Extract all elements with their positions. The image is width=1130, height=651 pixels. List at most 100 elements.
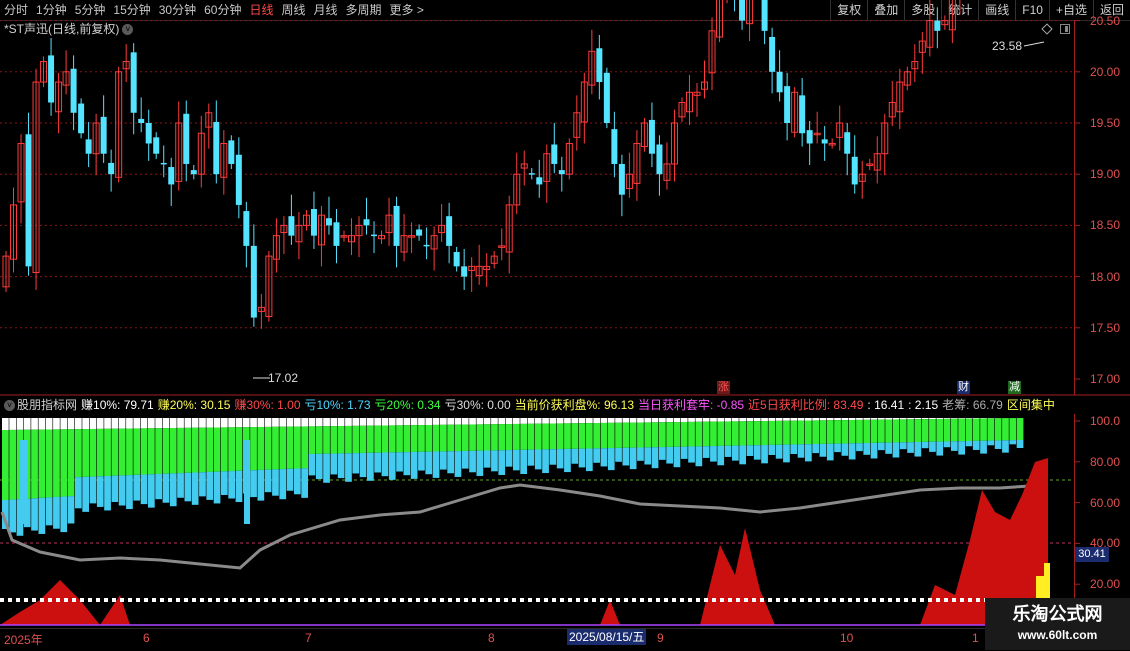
candle-body-down: [656, 145, 662, 175]
date-label: 2025年: [4, 631, 43, 648]
chip-bar-white: [104, 418, 111, 429]
chip-bar-cyan: [236, 471, 243, 502]
watermark: 乐淘公式网 www.60lt.com: [985, 598, 1130, 650]
candle-body-down: [604, 73, 610, 123]
chip-bar-cyan: [90, 477, 97, 504]
candle-body-down: [649, 120, 655, 154]
chip-bar-cyan: [827, 444, 834, 461]
chip-bar-white: [528, 418, 535, 424]
chip-bar-cyan: [849, 443, 856, 459]
chip-bar-green: [206, 428, 213, 472]
chip-bar-white: [39, 418, 46, 430]
chip-bar-cyan: [579, 449, 586, 468]
chip-bar-white: [163, 418, 170, 428]
chip-bar-white: [17, 418, 24, 430]
chip-bar-green: [717, 422, 724, 446]
chip-bar-green: [827, 420, 834, 443]
chip-bar-green: [352, 426, 359, 453]
chip-bar-cyan: [623, 448, 630, 466]
chip-bar-white: [31, 418, 38, 430]
chip-bar-cyan: [754, 445, 761, 459]
candle-body-down: [551, 145, 557, 164]
chip-bar-cyan: [126, 475, 133, 509]
chip-bar-white: [520, 418, 527, 424]
date-label: 9: [657, 631, 664, 645]
candle-body-down: [236, 155, 242, 205]
chip-bar-cyan: [601, 448, 608, 466]
chip-bar-green: [338, 426, 345, 453]
chip-bar-green: [659, 422, 666, 447]
chip-bar-cyan: [46, 497, 53, 525]
chip-bar-green: [506, 424, 513, 450]
chip-bar-cyan: [674, 447, 681, 467]
chip-bar-cyan: [112, 476, 119, 502]
chip-bar-cyan: [506, 450, 513, 467]
candle-body-down: [777, 72, 783, 92]
chip-bar-white: [192, 418, 199, 428]
chip-bar-cyan: [75, 477, 82, 508]
chip-bar-cyan: [9, 500, 16, 533]
chip-bar-white: [652, 418, 659, 422]
candle-body-down: [394, 206, 400, 246]
chip-bar-cyan: [688, 446, 695, 462]
chip-bar-white: [885, 418, 892, 420]
chip-bar-cyan: [177, 473, 184, 498]
chip-bar-green: [345, 426, 352, 453]
candle-body-down: [461, 266, 467, 276]
chip-bar-green: [294, 427, 301, 469]
chip-bar-green: [440, 425, 447, 452]
chip-bar-green: [148, 428, 155, 474]
chip-bar-white: [761, 418, 768, 421]
chip-bar-cyan: [973, 441, 980, 450]
chip-bar-white: [316, 418, 323, 426]
chip-bar-white: [703, 418, 710, 422]
chart-canvas[interactable]: 23.5817.02: [0, 0, 1130, 650]
chip-bar-white: [630, 418, 637, 423]
candle-body-down: [243, 211, 249, 246]
chip-bar-green: [520, 424, 527, 450]
chip-bar-cyan: [104, 476, 111, 510]
chip-bar-green: [155, 428, 162, 474]
chip-bar-green: [301, 426, 308, 468]
chip-bar-cyan: [68, 496, 75, 523]
chip-bar-green: [382, 426, 389, 453]
chip-bar-green: [82, 429, 89, 477]
chip-bar-white: [564, 418, 571, 423]
candle-body-down: [446, 216, 452, 246]
watermark-url: www.60lt.com: [985, 626, 1130, 644]
candle-body-down: [213, 122, 219, 174]
chip-bar-green: [966, 419, 973, 441]
chip-bar-green: [272, 427, 279, 470]
chip-bar-green: [579, 423, 586, 448]
chip-bar-green: [696, 422, 703, 447]
chip-bar-white: [75, 418, 82, 429]
candle-body-down: [739, 0, 745, 21]
chip-bar-white: [60, 418, 67, 429]
chip-bar-white: [214, 418, 221, 427]
chip-bar-cyan: [564, 449, 571, 472]
chip-bar-green: [995, 418, 1002, 440]
candle-body-down: [108, 163, 114, 174]
chip-bar-green: [447, 425, 454, 451]
chip-bar-white: [571, 418, 578, 423]
chip-bar-green: [177, 428, 184, 473]
chip-bar-white: [769, 418, 776, 421]
chip-bar-green: [849, 420, 856, 443]
candle-body-down: [228, 140, 234, 164]
chip-bar-green: [703, 422, 710, 446]
candle-body-down: [762, 0, 768, 31]
candle-body-down: [784, 86, 790, 123]
chip-bar-white: [776, 418, 783, 421]
chip-bar-cyan: [586, 448, 593, 471]
chip-bar-cyan: [163, 474, 170, 503]
chip-bar-white: [447, 418, 454, 425]
chip-bar-white: [790, 418, 797, 421]
chip-bar-white: [126, 418, 133, 429]
chip-bar-white: [498, 418, 505, 424]
chip-bar-green: [732, 421, 739, 445]
chip-bar-cyan: [878, 443, 885, 450]
chip-bar-green: [323, 426, 330, 453]
chip-bar-white: [112, 418, 119, 429]
date-label: 8: [488, 631, 495, 645]
chip-bar-white: [199, 418, 206, 428]
